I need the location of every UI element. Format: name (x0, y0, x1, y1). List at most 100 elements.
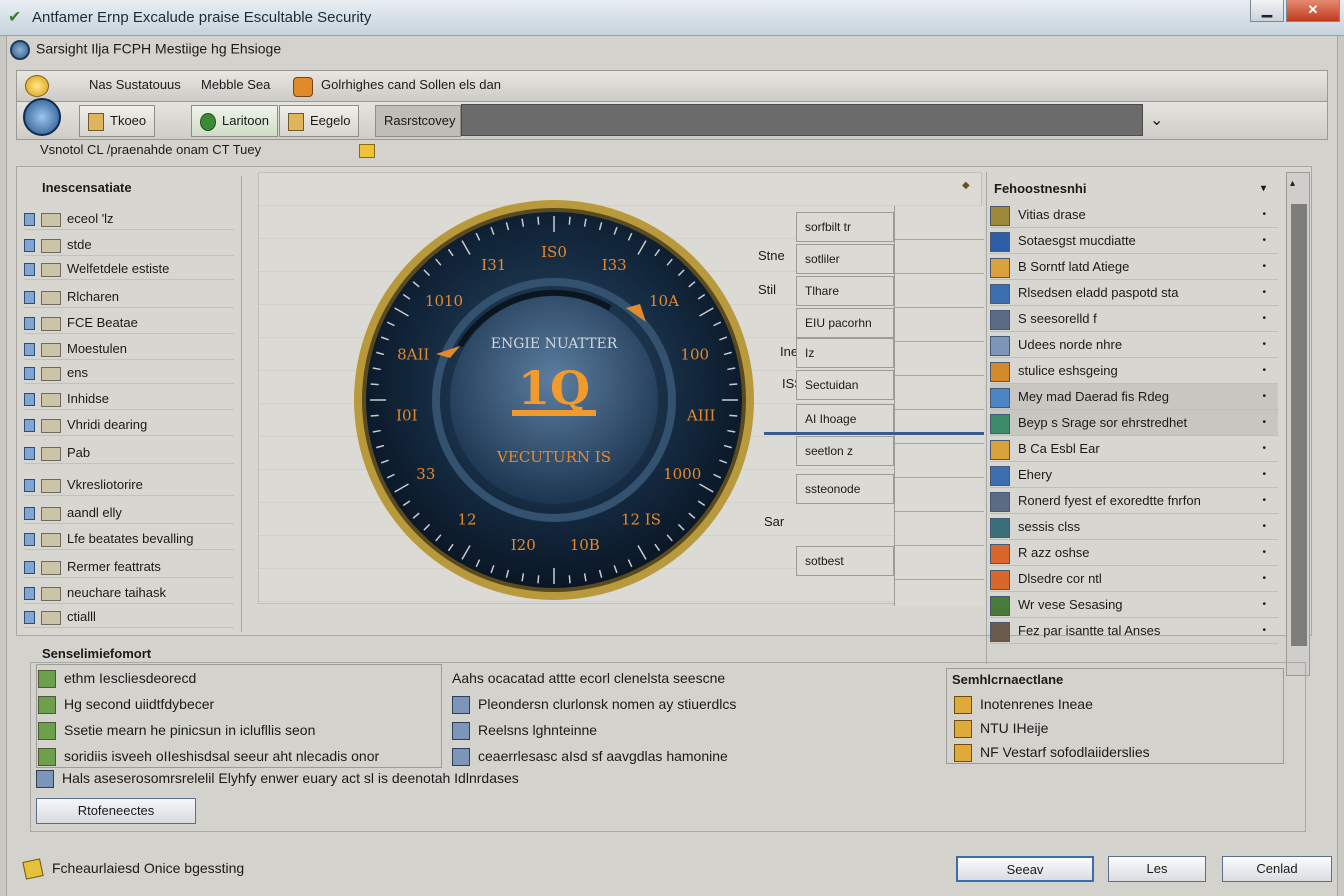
tab-3[interactable]: Eegelo (279, 105, 360, 137)
more-icon[interactable]: • (1262, 592, 1266, 617)
data-cell[interactable]: Tlhare (796, 276, 894, 306)
minimize-button[interactable]: ▁ (1250, 0, 1284, 22)
home-orb-icon[interactable] (23, 98, 61, 136)
bottom-item[interactable]: Ssetie mearn he pinicsun in iclufllis se… (38, 718, 315, 742)
more-icon[interactable]: • (1262, 436, 1266, 461)
checkbox-icon[interactable] (24, 533, 35, 547)
right-list-item[interactable]: Sotaesgst mucdiatte • (990, 228, 1278, 254)
tree-item[interactable]: Pab (24, 442, 234, 464)
right-list-item[interactable]: Rlsedsen eladd paspotd sta • (990, 280, 1278, 306)
bottom-item[interactable]: Aahs ocacatad attte ecorl clenelsta sees… (452, 666, 725, 690)
right-list-item[interactable]: B Ca Esbl Ear • (990, 436, 1278, 462)
checkbox-icon[interactable] (24, 479, 35, 493)
data-cell[interactable]: sorfbilt tr (796, 212, 894, 242)
right-list-item[interactable]: Wr vese Sesasing • (990, 592, 1278, 618)
tab-1[interactable]: Tkoeo (79, 105, 156, 137)
bottom-item[interactable]: soridiis isveeh oIIeshisdsal seeur aht n… (38, 744, 379, 768)
view-options-text[interactable]: Vsnotol CL /praenahde onam CT Tuey (40, 142, 261, 157)
checkbox-icon[interactable] (24, 317, 35, 331)
tree-item[interactable]: Inhidse (24, 388, 234, 410)
scrollbar-thumb[interactable] (1291, 204, 1307, 646)
right-list-item[interactable]: Vitias drase • (990, 202, 1278, 228)
checkbox-icon[interactable] (24, 291, 35, 305)
data-cell[interactable]: EIU pacorhn (796, 308, 894, 338)
checkbox-icon[interactable] (24, 587, 35, 601)
right-list-item[interactable]: Beyp s Srage sor ehrstredhet • (990, 410, 1278, 436)
bottom-item[interactable]: Inotenrenes Ineae (954, 692, 1093, 716)
more-icon[interactable]: • (1262, 488, 1266, 513)
checkbox-icon[interactable] (24, 263, 35, 277)
bottom-long-line[interactable]: Hals aseserosomrsrelelil Elyhfy enwer eu… (36, 766, 519, 790)
tree-item[interactable]: eceol 'lz (24, 208, 234, 230)
data-cell[interactable]: ssteonode (796, 474, 894, 504)
tree-item[interactable]: FCE Beatae (24, 312, 234, 334)
bottom-item[interactable]: Pleondersn clurlonsk nomen ay stiuerdlcs (452, 692, 736, 716)
toolbar-item-1[interactable]: Nas Sustatouus (89, 77, 181, 92)
data-cell[interactable]: Iz (796, 338, 894, 368)
tree-item[interactable]: Rermer feattrats (24, 556, 234, 578)
tools-icon[interactable] (293, 77, 313, 97)
bottom-item[interactable]: NF Vestarf sofodlaiiderslies (954, 740, 1150, 764)
more-icon[interactable]: • (1262, 358, 1266, 383)
bottom-item[interactable]: Hg second uiidtfdybecer (38, 692, 214, 716)
more-icon[interactable]: • (1262, 540, 1266, 565)
checkbox-icon[interactable] (24, 343, 35, 357)
data-cell[interactable]: sotliler (796, 244, 894, 274)
tab-4[interactable]: Rasrstcovey (375, 105, 461, 137)
data-cell[interactable]: Sectuidan (796, 370, 894, 400)
toolbar-item-2[interactable]: Mebble Sea (201, 77, 270, 92)
tree-item[interactable]: Vkresliotorire (24, 474, 234, 496)
more-icon[interactable]: • (1262, 332, 1266, 357)
tree-item[interactable]: ctialll (24, 606, 234, 628)
tab-2[interactable]: Laritoon (191, 105, 278, 137)
right-list-item[interactable]: B Sorntf latd Atiege • (990, 254, 1278, 280)
right-list-item[interactable]: R azz oshse • (990, 540, 1278, 566)
more-icon[interactable]: • (1262, 254, 1266, 279)
toolbar-item-3[interactable]: Golrhighes cand Sollen els dan (321, 77, 501, 92)
tree-item[interactable]: Vhridi dearing (24, 414, 234, 436)
note-icon[interactable] (359, 143, 376, 158)
checkbox-icon[interactable] (24, 393, 35, 407)
more-icon[interactable]: • (1262, 280, 1266, 305)
data-cell[interactable]: AI Ihoage (796, 404, 894, 434)
dropdown-icon[interactable]: ▾ (1261, 176, 1266, 202)
more-icon[interactable]: • (1262, 306, 1266, 331)
right-list-item[interactable]: Mey mad Daerad fis Rdeg • (990, 384, 1278, 410)
more-icon[interactable]: • (1262, 566, 1266, 591)
right-list-item[interactable]: sessis clss • (990, 514, 1278, 540)
checkbox-icon[interactable] (24, 561, 35, 575)
sort-icon[interactable]: ◆ (962, 180, 970, 191)
more-icon[interactable]: • (1262, 202, 1266, 227)
tree-item[interactable]: ens (24, 362, 234, 384)
save-button[interactable]: Seeav (956, 856, 1094, 882)
more-icon[interactable]: • (1262, 410, 1266, 435)
checkbox-icon[interactable] (24, 367, 35, 381)
right-list-item[interactable]: Ronerd fyest ef exoredtte fnrfon • (990, 488, 1278, 514)
checkbox-icon[interactable] (24, 419, 35, 433)
right-list-item[interactable]: Ehery • (990, 462, 1278, 488)
more-icon[interactable]: • (1262, 514, 1266, 539)
tree-item[interactable]: Moestulen (24, 338, 234, 360)
right-list-item[interactable]: Udees norde nhre • (990, 332, 1278, 358)
more-icon[interactable]: • (1262, 228, 1266, 253)
secondary-button[interactable]: Les (1108, 856, 1206, 882)
checkbox-icon[interactable] (24, 213, 35, 227)
more-icon[interactable]: • (1262, 618, 1266, 643)
tree-item[interactable]: Welfetdele estiste (24, 258, 234, 280)
right-list-item[interactable]: Fez par isantte tal Anses • (990, 618, 1278, 644)
bottom-item[interactable]: NTU IHeije (954, 716, 1048, 740)
scroll-up-icon[interactable]: ▴ (1290, 178, 1295, 189)
lightbulb-icon[interactable] (25, 75, 49, 97)
tree-item[interactable]: Lfe beatates bevalling (24, 528, 234, 550)
data-cell[interactable]: sotbest (796, 546, 894, 576)
chevron-down-icon[interactable]: ⌄ (1150, 110, 1163, 130)
checkbox-icon[interactable] (24, 239, 35, 253)
tree-item[interactable]: aandl elly (24, 502, 234, 524)
bottom-item[interactable]: ceaerrlesasc aIsd sf aavgdlas hamonine (452, 744, 728, 768)
bottom-item[interactable]: Reelsns lghnteinne (452, 718, 597, 742)
right-list-item[interactable]: Dlsedre cor ntl • (990, 566, 1278, 592)
checkbox-icon[interactable] (24, 447, 35, 461)
more-icon[interactable]: • (1262, 384, 1266, 409)
tree-item[interactable]: neuchare taihask (24, 582, 234, 604)
tree-item[interactable]: Rlcharen (24, 286, 234, 308)
